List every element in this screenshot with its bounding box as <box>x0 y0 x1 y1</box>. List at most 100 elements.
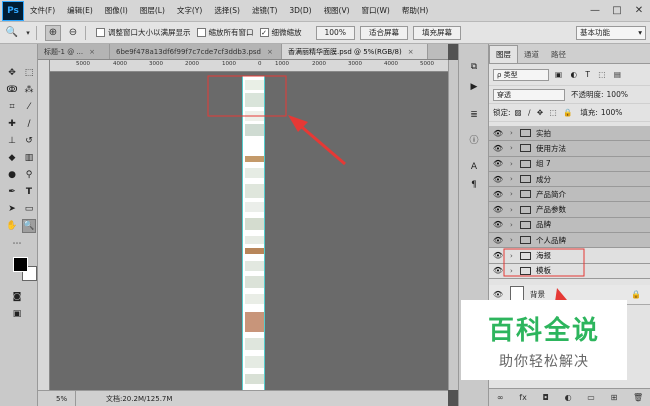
menu-layer[interactable]: 图层(L) <box>134 5 171 16</box>
zoom-out-icon[interactable]: ⊖ <box>65 25 81 41</box>
chevron-right-icon[interactable]: › <box>510 206 518 214</box>
horizontal-ruler[interactable]: 5000 4000 3000 2000 1000 0 1000 2000 300… <box>50 60 448 72</box>
quick-mask-icon[interactable]: ◙ <box>10 290 24 304</box>
canvas-area[interactable] <box>50 72 448 390</box>
workspace-select[interactable]: 基本功能 ▾ <box>576 25 646 40</box>
screen-mode-icon[interactable]: ▣ <box>10 307 24 321</box>
layer-item[interactable]: 👁 › 实拍 <box>489 126 650 142</box>
history-icon[interactable]: ⧉ <box>467 60 481 74</box>
checkbox-box[interactable] <box>196 28 206 37</box>
filter-icons[interactable]: ▣ ◐ T ⬚ ▤ <box>555 70 624 79</box>
checkbox-checked[interactable]: ✓ <box>259 28 269 37</box>
more-tools-icon[interactable]: ⋯ <box>10 237 24 251</box>
fill-value[interactable]: 100% <box>601 108 622 117</box>
clone-stamp-icon[interactable]: ⊥ <box>5 134 19 148</box>
checkbox-box[interactable] <box>96 28 105 37</box>
eye-icon[interactable]: 👁 <box>492 290 504 299</box>
tab-layers[interactable]: 图层 <box>489 45 518 63</box>
layer-item[interactable]: 👁 › 模板 <box>489 263 650 279</box>
lock-icons[interactable]: ▨ ∕ ✥ ⬚ 🔒 <box>515 108 575 117</box>
hand-tool-icon[interactable]: ✋ <box>5 219 19 233</box>
chevron-right-icon[interactable]: › <box>510 252 518 260</box>
pen-tool-icon[interactable]: ✒ <box>5 185 19 199</box>
menu-view[interactable]: 视图(V) <box>318 5 356 16</box>
layer-item[interactable]: 👁 › 海报 <box>489 248 650 264</box>
rectangle-tool-icon[interactable]: ▭ <box>22 202 36 216</box>
close-icon[interactable]: × <box>408 48 414 56</box>
layer-item[interactable]: 👁 › 个人品牌 <box>489 233 650 249</box>
layer-filter-select[interactable]: ρ 类型 <box>493 68 549 81</box>
layer-item[interactable]: 👁 › 品牌 <box>489 217 650 234</box>
blend-mode-select[interactable]: 穿透 <box>493 88 565 101</box>
eraser-tool-icon[interactable]: ◆ <box>5 151 19 165</box>
menu-window[interactable]: 窗口(W) <box>356 5 396 16</box>
new-layer-icon[interactable]: ⊞ <box>611 393 618 402</box>
close-icon[interactable]: × <box>267 48 273 56</box>
tab-doc-1[interactable]: 标题-1 @ ... × <box>38 44 110 59</box>
move-tool-icon[interactable]: ✥ <box>5 66 19 80</box>
resize-windows-checkbox[interactable]: 调整窗口大小以满屏显示 <box>96 27 191 38</box>
chevron-right-icon[interactable]: › <box>510 190 518 198</box>
magic-wand-tool-icon[interactable]: ⁂ <box>22 83 36 97</box>
opacity-value[interactable]: 100% <box>607 90 628 99</box>
tab-doc-2[interactable]: 6be9f478a13df6f99f7c7cde7cf3ddb3.psd × <box>110 44 282 59</box>
link-icon[interactable]: ∞ <box>497 393 504 402</box>
chevron-right-icon[interactable]: › <box>510 221 518 229</box>
gradient-tool-icon[interactable]: ▥ <box>22 151 36 165</box>
layer-item[interactable]: 👁 › 使用方法 <box>489 141 650 157</box>
vertical-ruler[interactable] <box>38 60 50 390</box>
menu-filter[interactable]: 滤镜(T) <box>246 5 283 16</box>
eye-icon[interactable]: 👁 <box>492 236 504 245</box>
history-brush-icon[interactable]: ↺ <box>22 134 36 148</box>
layer-item[interactable]: 👁 › 产品简介 <box>489 187 650 203</box>
chevron-right-icon[interactable]: › <box>510 160 518 168</box>
lasso-tool-icon[interactable]: ↂ <box>5 83 19 97</box>
eye-icon[interactable]: 👁 <box>492 220 504 229</box>
chevron-down-icon[interactable]: ▾ <box>24 25 32 41</box>
eyedropper-tool-icon[interactable]: ⁄ <box>22 100 36 114</box>
zoom-100-button[interactable]: 100% <box>315 25 355 40</box>
minimize-button[interactable]: — <box>584 2 606 20</box>
zoom-tool-icon[interactable]: 🔍 <box>22 219 36 233</box>
chevron-right-icon[interactable]: › <box>510 144 518 152</box>
brush-tool-icon[interactable]: ∕ <box>22 117 36 131</box>
chevron-right-icon[interactable]: › <box>510 267 518 275</box>
type-tool-icon[interactable]: T <box>22 185 36 199</box>
layer-item[interactable]: 👁 › 成分 <box>489 171 650 188</box>
zoom-all-checkbox[interactable]: 缩放所有窗口 <box>196 27 254 38</box>
eye-icon[interactable]: 👁 <box>492 144 504 153</box>
mask-icon[interactable]: ◘ <box>543 393 549 402</box>
blur-tool-icon[interactable]: ● <box>5 168 19 182</box>
fit-screen-button[interactable]: 适合屏幕 <box>359 25 408 40</box>
eye-icon[interactable]: 👁 <box>492 266 504 275</box>
layer-item[interactable]: 👁 › 组 7 <box>489 156 650 172</box>
actions-play-icon[interactable]: ▶ <box>467 80 481 94</box>
healing-brush-icon[interactable]: ✚ <box>5 117 19 131</box>
tab-doc-3[interactable]: 香满丽精华面膜.psd @ 5%(RGB/8) × <box>282 44 428 59</box>
fill-screen-button[interactable]: 填充屏幕 <box>412 25 461 40</box>
tab-paths[interactable]: 路径 <box>545 46 572 63</box>
fx-icon[interactable]: fx <box>519 393 527 402</box>
dodge-tool-icon[interactable]: ⚲ <box>22 168 36 182</box>
close-button[interactable]: ✕ <box>628 2 650 20</box>
properties-icon[interactable]: ≣ <box>467 108 481 122</box>
info-icon[interactable]: ⓘ <box>467 132 481 146</box>
group-folder-icon[interactable]: ▭ <box>587 393 595 402</box>
eye-icon[interactable]: 👁 <box>492 129 504 138</box>
document-size[interactable]: 文档:20.2M/125.7M <box>76 394 172 404</box>
chevron-right-icon[interactable]: › <box>510 175 518 183</box>
marquee-tool-icon[interactable]: ⬚ <box>22 66 36 80</box>
zoom-in-icon[interactable]: ⊕ <box>45 24 61 41</box>
menu-image[interactable]: 图像(I) <box>99 5 134 16</box>
menu-edit[interactable]: 编辑(E) <box>61 5 99 16</box>
path-selection-icon[interactable]: ➤ <box>5 202 19 216</box>
eye-icon[interactable]: 👁 <box>492 251 504 260</box>
eye-icon[interactable]: 👁 <box>492 190 504 199</box>
character-icon[interactable]: A <box>467 160 481 174</box>
adjustment-icon[interactable]: ◐ <box>565 393 572 402</box>
maximize-button[interactable]: □ <box>606 2 628 20</box>
chevron-right-icon[interactable]: › <box>510 129 518 137</box>
eye-icon[interactable]: 👁 <box>492 175 504 184</box>
tab-channels[interactable]: 通道 <box>518 46 545 63</box>
close-icon[interactable]: × <box>89 48 95 56</box>
